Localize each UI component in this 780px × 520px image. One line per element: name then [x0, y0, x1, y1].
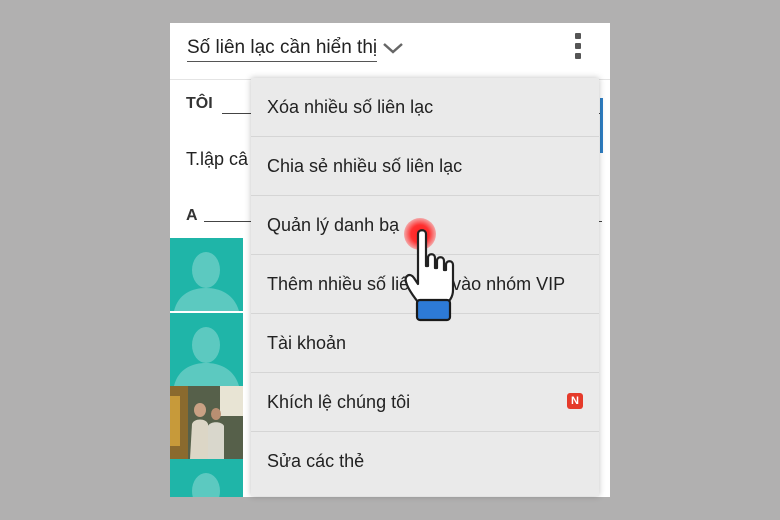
- default-avatar-icon: [192, 473, 220, 497]
- chevron-down-icon[interactable]: [382, 41, 404, 55]
- contact-photo-avatar[interactable]: [170, 386, 243, 459]
- contact-avatar[interactable]: [170, 459, 243, 497]
- contact-filter-dropdown[interactable]: Số liên lạc cần hiển thị: [187, 37, 378, 62]
- my-profile-row[interactable]: T.lập câ: [186, 149, 248, 170]
- list-scrollbar[interactable]: [600, 98, 603, 153]
- contact-avatar[interactable]: [170, 313, 243, 386]
- contact-avatar[interactable]: [170, 238, 243, 311]
- menu-item-delete-multiple[interactable]: Xóa nhiều số liên lạc: [251, 78, 599, 137]
- overflow-menu-icon[interactable]: [572, 33, 584, 65]
- menu-item-share-multiple[interactable]: Chia sẻ nhiều số liên lạc: [251, 137, 599, 196]
- default-avatar-icon: [174, 327, 239, 386]
- menu-item-label: Khích lệ chúng tôi: [267, 392, 411, 412]
- top-bar: Số liên lạc cần hiển thị: [170, 23, 610, 80]
- new-badge: N: [567, 393, 583, 409]
- pointing-hand-icon: [404, 229, 455, 322]
- menu-item-encourage-us[interactable]: Khích lệ chúng tôi N: [251, 373, 599, 432]
- section-header-me: TÔI: [186, 95, 213, 112]
- default-avatar-icon: [174, 252, 239, 311]
- contact-photo: [170, 386, 243, 459]
- menu-item-edit-tags[interactable]: Sửa các thẻ: [251, 432, 599, 491]
- section-header-a: A: [186, 207, 198, 224]
